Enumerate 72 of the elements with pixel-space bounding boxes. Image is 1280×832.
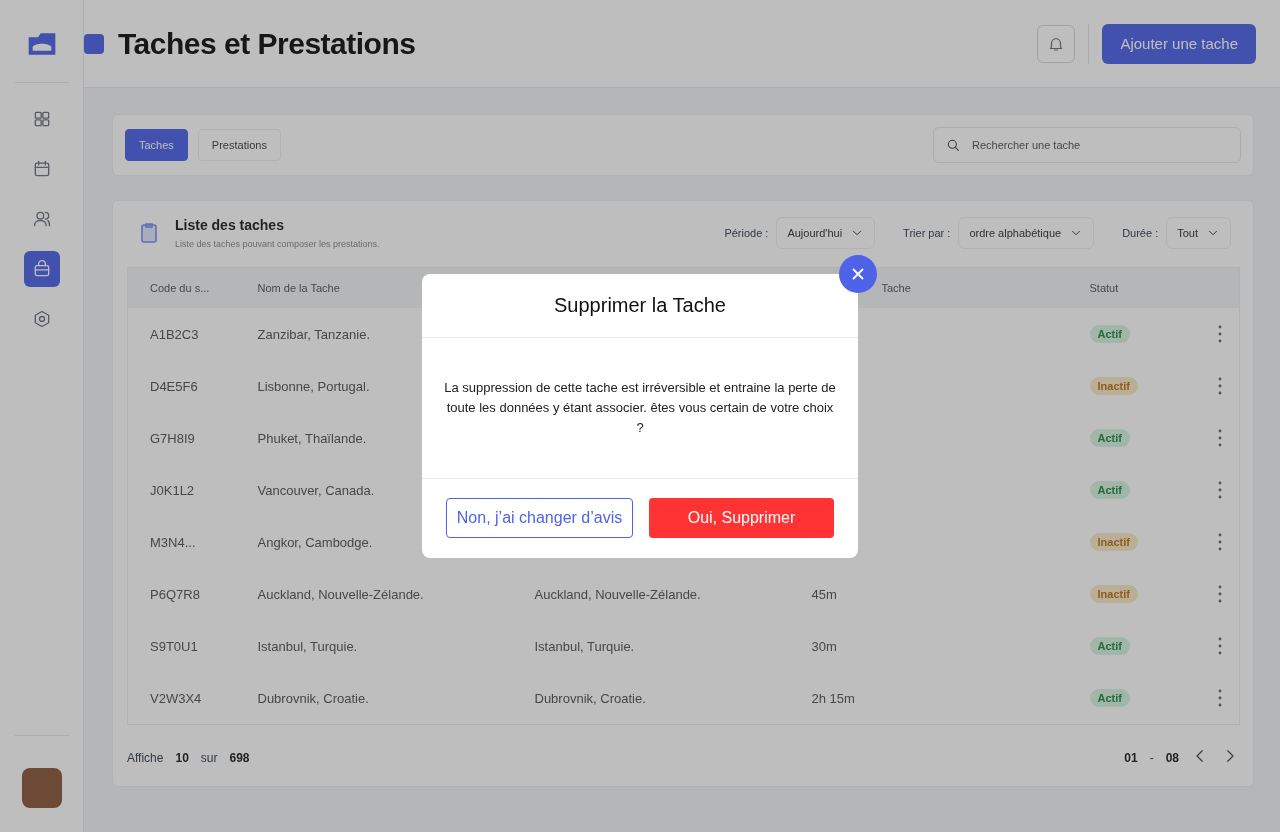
tab[interactable]: Prestations [197,129,281,161]
table-cell: Istanbul, Turquie. [534,638,635,654]
table-cell: Lisbonne, Portugal. [257,378,370,394]
avatar[interactable] [21,768,62,808]
search-field[interactable]: Rechercher une tache [933,127,1241,163]
cancel-button[interactable]: Non, j’ai changer d’avis [446,498,633,538]
delete-button[interactable]: Oui, Supprimer [649,498,834,538]
more-icon[interactable] [1217,637,1222,655]
table-cell: Zanzibar, Tanzanie. [257,326,370,342]
page-to: 08 [1165,750,1179,765]
table-cell: M3N4... [150,534,196,550]
of-label: sur [200,750,218,765]
list-title: Liste des taches [175,217,285,233]
more-icon[interactable] [1217,533,1222,551]
more-icon[interactable] [1217,689,1222,707]
table-cell: 30m [811,638,837,654]
add-task-button[interactable]: Ajouter une tache [1102,23,1256,64]
table-cell: Dubrovnik, Croatie. [257,690,369,706]
list-subtitle: Liste des taches pouvant composer les prestations. [175,239,380,249]
table-cell: Auckland, Nouvelle-Zélande. [534,586,701,602]
status-badge: Actif [1089,637,1130,655]
table-cell: 45m [811,586,837,602]
filter-dropdown[interactable]: ordre alphabétique [958,217,1095,249]
more-icon[interactable] [1217,585,1222,603]
table-cell: J0K1L2 [150,482,195,498]
table-cell: Dubrovnik, Croatie. [534,690,646,706]
table-cell: D4E5F6 [150,378,198,394]
more-icon[interactable] [1217,377,1222,395]
status-badge: Actif [1089,481,1130,499]
more-icon[interactable] [1217,429,1222,447]
status-badge: Actif [1089,325,1130,343]
table-cell: G7H8I9 [150,430,195,446]
status-badge: Inactif [1089,585,1138,603]
column-header: Tache [881,282,911,294]
page-title: Taches et Prestations [118,26,417,61]
filter-label: Durée : [1122,227,1159,239]
column-header: Statut [1089,282,1119,294]
table-cell: V2W3X4 [150,690,202,706]
users-icon [31,209,52,229]
filter-label: Période : [724,227,769,239]
table-cell: Angkor, Cambodge. [257,534,373,550]
status-badge: Actif [1089,689,1130,707]
dialog-message: La suppression de cette tache est irréversible et entraine la perte de toute les données y étant associer. êtes vous certain de votre choix ? [443,379,837,437]
column-header: Code du s... [150,282,210,294]
table-cell: 2h 15m [811,690,855,706]
notification-button[interactable] [1037,24,1076,63]
table-cell: Vancouver, Canada. [257,482,375,498]
table-cell: Istanbul, Turquie. [257,638,358,654]
page-from: 01 [1124,750,1138,765]
page-separator: - [1149,750,1154,765]
filter-dropdown[interactable]: Aujourd'hui [776,217,876,249]
collapse-toggle[interactable] [84,33,104,54]
shown-count: 10 [175,750,189,765]
tab[interactable]: Taches [125,129,188,161]
nav-item[interactable] [23,251,60,287]
status-badge: Actif [1089,429,1130,447]
table-cell: Phuket, Thaïlande. [257,430,367,446]
table-cell: P6Q7R8 [150,586,200,602]
shown-label: Affiche [127,750,164,765]
column-header: Nom de la Tache [257,282,340,294]
filter-label: Trier par : [903,227,951,239]
more-icon[interactable] [1217,481,1222,499]
status-badge: Inactif [1089,533,1138,551]
search-icon [945,137,961,153]
table-cell: Auckland, Nouvelle-Zélande. [257,586,424,602]
filter-dropdown[interactable]: Tout [1166,217,1231,249]
total-count: 698 [229,750,250,765]
table-cell: S9T0U1 [150,638,198,654]
status-badge: Inactif [1089,377,1138,395]
dialog-title: Supprimer la Tache [554,294,726,317]
more-icon[interactable] [1217,325,1222,343]
table-cell: A1B2C3 [150,326,199,342]
